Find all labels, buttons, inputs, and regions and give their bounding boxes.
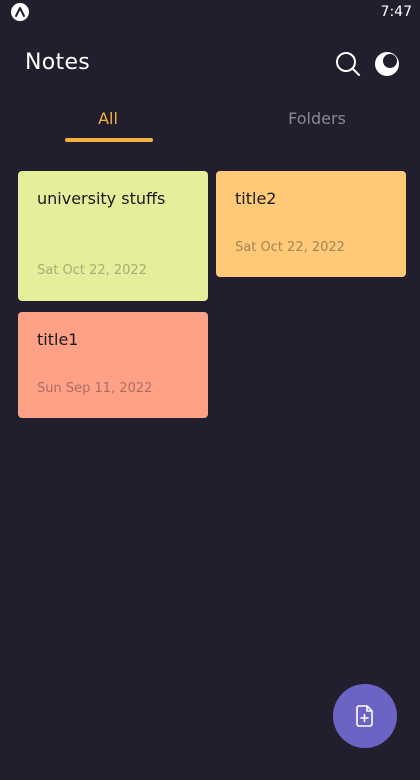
note-title: title1 (37, 330, 79, 349)
note-title: university stuffs (37, 189, 166, 208)
note-date: Sun Sep 11, 2022 (37, 381, 153, 396)
search-icon (336, 52, 360, 76)
search-button[interactable] (334, 50, 362, 78)
add-note-button[interactable] (333, 684, 397, 748)
note-date: Sat Oct 22, 2022 (37, 263, 147, 278)
app-header: Notes (0, 44, 420, 84)
note-date: Sat Oct 22, 2022 (235, 240, 345, 255)
active-tab-indicator (65, 138, 153, 142)
note-card[interactable]: title2 Sat Oct 22, 2022 (216, 171, 406, 277)
note-card[interactable]: title1 Sun Sep 11, 2022 (18, 312, 208, 418)
app-logo-icon (11, 3, 29, 21)
tab-all-label: All (98, 109, 118, 128)
add-note-icon (356, 705, 373, 727)
note-card[interactable]: university stuffs Sat Oct 22, 2022 (18, 171, 208, 301)
status-bar: 7:47 (0, 0, 420, 26)
moon-icon (375, 52, 399, 76)
page-title: Notes (25, 50, 91, 75)
status-time: 7:47 (380, 4, 412, 20)
theme-toggle-button[interactable] (373, 50, 401, 78)
tab-folders-label: Folders (288, 109, 346, 128)
tab-folders[interactable]: Folders (257, 100, 377, 144)
note-title: title2 (235, 189, 277, 208)
tab-bar: All Folders (0, 100, 420, 150)
